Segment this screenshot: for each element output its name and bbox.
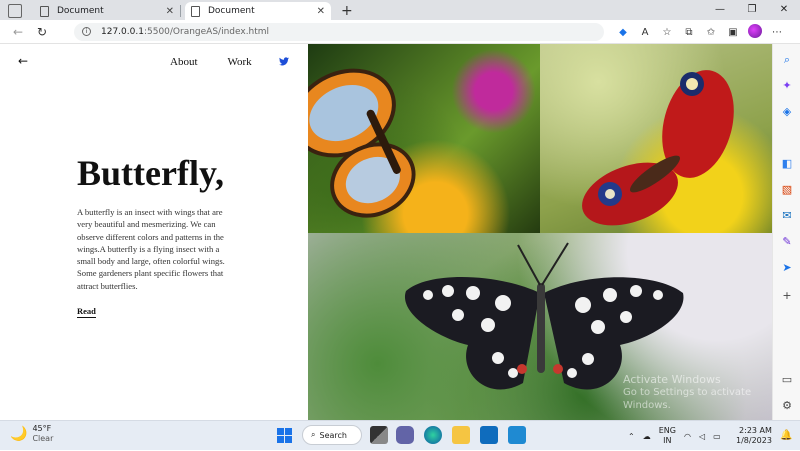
butterfly-gallery: Activate Windows Go to Settings to activ… — [308, 44, 772, 420]
profile-avatar[interactable] — [744, 23, 766, 41]
browser-tab-strip: Document ✕ Document ✕ + — ❐ ✕ — [0, 0, 800, 20]
browser-tab-1[interactable]: Document ✕ — [34, 2, 180, 20]
butterfly-photo-swallowtail: Activate Windows Go to Settings to activ… — [308, 233, 772, 420]
search-label: Search — [319, 430, 347, 440]
hero-title: Butterfly, — [77, 153, 224, 193]
edge-sidebar: ⌕ ✦ ◈ ◧ ▧ ✉ ✎ ➤ + ▭ ⚙ — [772, 44, 800, 420]
tab-title: Document — [57, 6, 104, 16]
orange-butterfly-illustration — [308, 68, 416, 218]
clock-time: 2:23 AM — [739, 426, 772, 435]
weather-temp: 45°F — [32, 424, 52, 433]
watermark-line-2: Go to Settings to activate Windows. — [623, 387, 752, 411]
page-icon — [40, 5, 49, 17]
onedrive-cloud-icon[interactable]: ☁ — [643, 432, 651, 441]
site-info-icon[interactable]: i — [82, 27, 91, 36]
new-tab-button[interactable]: + — [341, 3, 353, 19]
hero-panel: ← About Work Butterfly, A butterfly is a… — [0, 44, 308, 420]
edge-browser-icon[interactable] — [424, 426, 442, 444]
start-button[interactable] — [277, 428, 292, 443]
page-viewport: ← About Work Butterfly, A butterfly is a… — [0, 44, 772, 420]
volume-icon[interactable]: ◁ — [699, 432, 705, 441]
peacock-butterfly-illustration — [582, 70, 734, 226]
twitter-icon[interactable] — [279, 57, 289, 66]
search-icon[interactable]: ⌕ — [779, 52, 795, 68]
url-path: :5500/OrangeAS/index.html — [143, 26, 270, 37]
workspaces-icon[interactable] — [8, 4, 22, 18]
designer-icon[interactable]: ✎ — [779, 234, 795, 250]
add-sidebar-app-icon[interactable]: + — [779, 288, 795, 304]
battery-icon[interactable]: ▭ — [713, 432, 721, 441]
watermark-line-1: Activate Windows — [623, 373, 721, 386]
office-icon[interactable]: ▧ — [779, 182, 795, 198]
close-tab-icon[interactable]: ✕ — [166, 6, 174, 17]
file-explorer-icon[interactable] — [452, 426, 470, 444]
favorite-star-icon[interactable]: ☆ — [656, 27, 678, 38]
read-link[interactable]: Read — [77, 306, 96, 318]
moon-icon: 🌙 — [10, 426, 28, 442]
outlook-icon[interactable]: ✉ — [779, 208, 795, 224]
teams-chat-icon[interactable] — [396, 426, 414, 444]
butterfly-photo-orange — [308, 44, 540, 233]
tab-title: Document — [208, 6, 255, 16]
toolbar-icons: ◆ A ☆ ⧉ ✩ ▣ ⋯ — [612, 20, 788, 44]
back-arrow-icon[interactable]: ← — [18, 54, 28, 68]
maximize-button[interactable]: ❐ — [736, 0, 768, 20]
site-nav: About Work — [170, 56, 252, 68]
hero-description: A butterfly is an insect with wings that… — [77, 207, 225, 291]
clock-date: 1/8/2023 — [736, 436, 772, 445]
mail-icon[interactable] — [480, 426, 498, 444]
shopping-tag-icon[interactable]: ◈ — [779, 104, 795, 120]
activate-windows-watermark: Activate Windows Go to Settings to activ… — [623, 373, 772, 412]
read-aloud-icon[interactable]: A — [634, 27, 656, 38]
close-window-button[interactable]: ✕ — [768, 0, 800, 20]
nav-about-link[interactable]: About — [170, 56, 198, 68]
region-code: IN — [663, 436, 672, 445]
browser-tab-2[interactable]: Document ✕ — [185, 2, 331, 20]
tools-icon[interactable]: ◧ — [779, 156, 795, 172]
window-controls: — ❐ ✕ — [704, 0, 800, 20]
language-code: ENG — [658, 426, 676, 435]
split-screen-icon[interactable]: ⧉ — [678, 27, 700, 38]
tag-icon[interactable]: ◆ — [612, 27, 634, 38]
task-view-icon[interactable] — [370, 426, 388, 444]
search-icon: ⌕ — [311, 430, 316, 439]
copilot-icon[interactable]: ✦ — [779, 78, 795, 94]
browser-toolbar: ← ↻ i 127.0.0.1:5500/OrangeAS/index.html… — [0, 20, 800, 44]
minimize-button[interactable]: — — [704, 0, 736, 20]
vscode-icon[interactable] — [508, 426, 526, 444]
settings-gear-icon[interactable]: ⚙ — [779, 398, 795, 414]
language-indicator[interactable]: ENG IN — [659, 426, 676, 446]
chevron-up-icon[interactable]: ⌃ — [628, 432, 635, 441]
send-icon[interactable]: ➤ — [779, 260, 795, 276]
page-icon — [191, 5, 200, 17]
tab-separator — [180, 5, 181, 17]
address-bar[interactable]: i 127.0.0.1:5500/OrangeAS/index.html — [74, 22, 604, 41]
more-menu-icon[interactable]: ⋯ — [766, 27, 788, 38]
reload-button[interactable]: ↻ — [30, 25, 54, 39]
system-tray: ⌃ ☁ ENG IN ◠ ◁ ▭ — [628, 421, 721, 451]
nav-work-link[interactable]: Work — [228, 56, 252, 68]
hide-sidebar-icon[interactable]: ▭ — [779, 372, 795, 388]
url-host: 127.0.0.1 — [101, 26, 144, 37]
taskbar-search[interactable]: ⌕ Search — [302, 425, 362, 445]
close-tab-icon[interactable]: ✕ — [317, 6, 325, 17]
weather-condition: Clear — [32, 434, 54, 443]
butterfly-photo-peacock — [540, 44, 772, 233]
weather-widget[interactable]: 🌙 45°F Clear — [10, 424, 53, 444]
favorites-icon[interactable]: ✩ — [700, 27, 722, 38]
collections-icon[interactable]: ▣ — [722, 27, 744, 38]
back-button[interactable]: ← — [6, 25, 30, 39]
wifi-icon[interactable]: ◠ — [684, 432, 691, 441]
notification-bell-icon[interactable]: 🔔 — [780, 430, 792, 441]
system-clock[interactable]: 2:23 AM 1/8/2023 — [736, 426, 772, 446]
windows-taskbar: 🌙 45°F Clear ⌕ Search ⌃ ☁ ENG IN ◠ ◁ ▭ 2… — [0, 420, 800, 450]
